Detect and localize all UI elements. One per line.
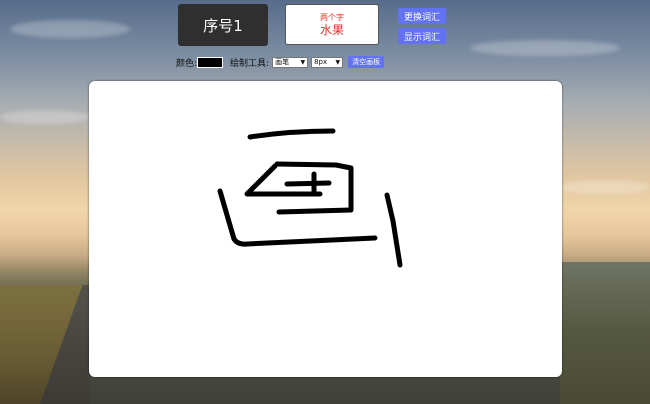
- drawing-toolbar: 颜色: 绘制工具: 画笔 ▼ 8px ▼ 清空画板: [176, 55, 385, 69]
- word-answer-text: 水果: [319, 22, 344, 37]
- brush-size-select[interactable]: 8px ▼: [311, 56, 344, 68]
- show-word-button[interactable]: 显示词汇: [398, 28, 446, 44]
- background-cloud: [560, 180, 650, 194]
- sequence-number-box: 序号1: [178, 4, 268, 46]
- change-word-button[interactable]: 更换词汇: [398, 8, 446, 24]
- background-cloud: [0, 110, 90, 124]
- stroke-left-upper: [244, 163, 323, 197]
- stroke-inner-bottom: [276, 207, 354, 215]
- background-cloud: [10, 20, 130, 38]
- clear-canvas-button[interactable]: 清空画板: [348, 56, 385, 68]
- stroke-right: [384, 192, 403, 268]
- stroke-top: [247, 128, 336, 140]
- background-cloud: [470, 40, 620, 56]
- word-hint-text: 两个字: [320, 12, 344, 22]
- drawing-canvas[interactable]: [89, 81, 562, 377]
- stroke-inner-horizontal: [284, 180, 332, 187]
- tool-select-value: 画笔: [275, 58, 290, 66]
- sequence-number-label: 序号1: [203, 16, 243, 35]
- tool-select[interactable]: 画笔 ▼: [272, 56, 309, 68]
- chevron-down-icon: ▼: [300, 58, 306, 66]
- color-picker[interactable]: [197, 56, 224, 68]
- drawing-strokes: [217, 128, 403, 268]
- tool-label: 绘制工具:: [230, 58, 270, 69]
- word-hint-box: 两个字 水果: [285, 4, 379, 45]
- color-label: 颜色:: [176, 58, 198, 69]
- brush-size-value: 8px: [314, 58, 328, 66]
- chevron-down-icon: ▼: [335, 58, 341, 66]
- background-field: [560, 262, 650, 404]
